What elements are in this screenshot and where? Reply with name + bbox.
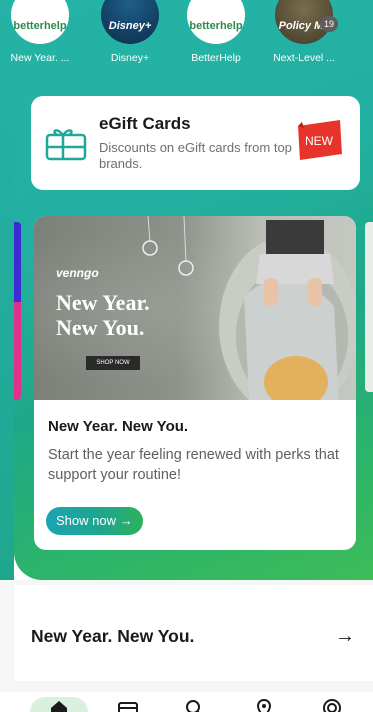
new-flag-label: NEW [305, 134, 333, 148]
promo-image-shop-button: SHOP NOW [86, 356, 140, 370]
brand-item-disney[interactable]: Disney+ Disney+ [92, 0, 168, 64]
promo-image-brand: venngo [56, 266, 99, 280]
egift-subtitle: Discounts on eGift cards from top brands… [99, 140, 292, 171]
home-icon[interactable] [47, 698, 71, 712]
bottom-navigation [0, 692, 373, 712]
promo-image-headline: New Year. New You. [56, 290, 150, 340]
betterhelp-logo-icon: betterhelp [11, 0, 69, 44]
location-pin-icon[interactable] [252, 698, 276, 712]
next-card-peek[interactable] [365, 222, 373, 392]
target-icon[interactable] [320, 698, 344, 712]
gift-card-icon [45, 129, 87, 161]
section-title: New Year. New You. [31, 625, 195, 646]
brand-item-new-year[interactable]: betterhelp New Year. ... [2, 0, 78, 64]
brand-label: Disney+ [110, 52, 150, 64]
hero-background-strip [0, 0, 14, 580]
arrow-right-icon[interactable]: → [335, 625, 355, 648]
show-now-button[interactable]: Show now → [46, 507, 143, 535]
brand-label: BetterHelp [191, 52, 241, 64]
section-header-row[interactable]: New Year. New You. → [14, 585, 373, 681]
brand-label: New Year. ... [10, 52, 70, 64]
disney-plus-logo-icon: Disney+ [101, 0, 159, 44]
brand-item-next-level[interactable]: Policy Me 19 Next-Level ... [266, 0, 342, 64]
search-icon[interactable] [182, 698, 206, 712]
new-flag-badge: NEW [296, 120, 342, 164]
promo-title: New Year. New You. [48, 418, 189, 435]
egift-cards-banner[interactable]: eGift Cards Discounts on eGift cards fro… [31, 96, 360, 190]
card-icon[interactable] [116, 698, 140, 712]
promo-description: Start the year feeling renewed with perk… [48, 447, 339, 483]
brand-carousel: betterhelp New Year. ... Disney+ Disney+… [11, 0, 373, 70]
previous-card-peek[interactable] [14, 222, 21, 400]
promo-image: venngo New Year. New You. SHOP NOW [34, 216, 356, 400]
brand-item-betterhelp[interactable]: betterhelp BetterHelp [178, 0, 254, 64]
promo-card[interactable]: venngo New Year. New You. SHOP NOW New Y… [34, 216, 356, 550]
brand-label: Next-Level ... [273, 52, 335, 64]
count-badge: 19 [320, 16, 338, 32]
betterhelp-logo-icon: betterhelp [187, 0, 245, 44]
